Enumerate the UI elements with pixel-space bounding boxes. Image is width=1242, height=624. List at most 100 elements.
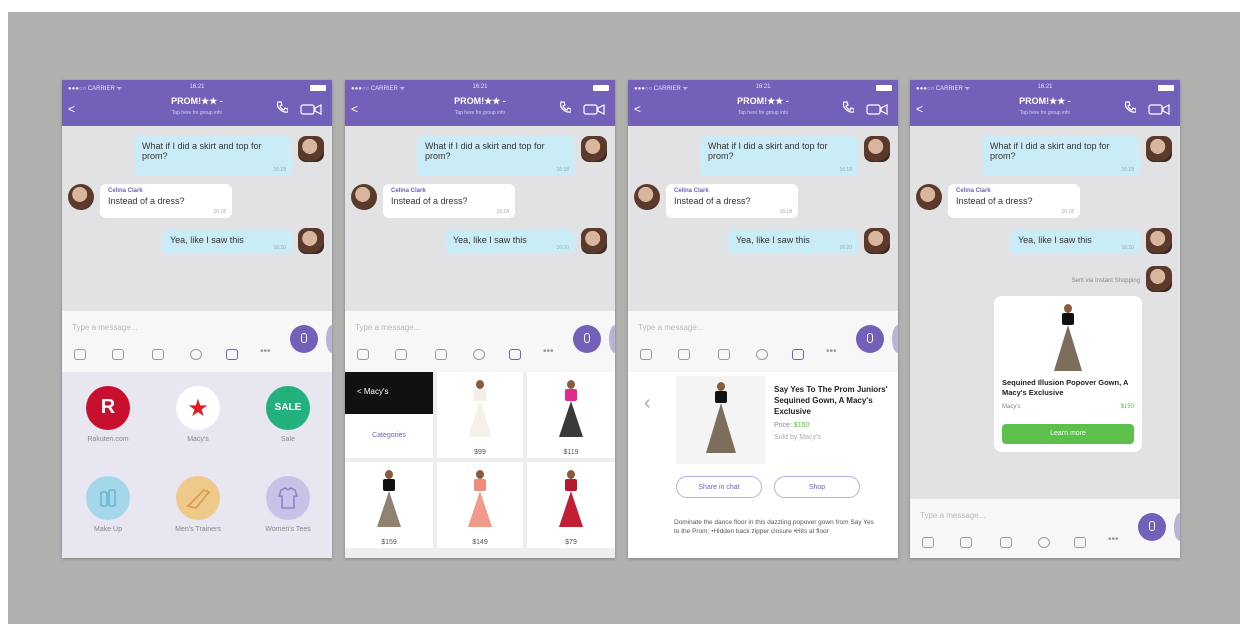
avatar[interactable] [634, 184, 660, 210]
message-outgoing[interactable]: What if I did a skirt and top for prom? … [417, 136, 575, 176]
video-call-icon[interactable] [1148, 104, 1170, 115]
doodle-icon[interactable] [473, 349, 485, 360]
shopping-bag-icon[interactable] [1074, 537, 1086, 548]
avatar[interactable] [864, 136, 890, 162]
sticker-icon[interactable] [357, 349, 369, 360]
product-tile[interactable]: $149 [437, 462, 523, 548]
store-item-macys[interactable]: ★ Macy's [158, 386, 238, 443]
gallery-icon[interactable] [112, 349, 124, 360]
store-item-makeup[interactable]: Make Up [68, 476, 148, 533]
card-price: $150 [1120, 404, 1134, 410]
phone-call-icon[interactable] [276, 101, 288, 114]
message-outgoing[interactable]: Yea, like I saw this 16:20 [728, 230, 858, 254]
chat-subtitle[interactable]: Tap here for group info [62, 110, 332, 116]
shared-product-card[interactable]: Sequined Illusion Popover Gown, A Macy's… [994, 296, 1142, 452]
avatar[interactable] [916, 184, 942, 210]
more-icon[interactable]: ••• [1108, 535, 1124, 548]
avatar[interactable] [581, 228, 607, 254]
doodle-icon[interactable] [756, 349, 768, 360]
card-product-name: Sequined Illusion Popover Gown, A Macy's… [1002, 378, 1129, 397]
sticker-icon[interactable] [74, 349, 86, 360]
chat-header: ●●●○○ CARRIER ᯤ 16:21 < PROM!★★ - Tap he… [62, 80, 332, 126]
video-call-icon[interactable] [866, 104, 888, 115]
doodle-icon[interactable] [190, 349, 202, 360]
more-icon[interactable]: ••• [543, 347, 559, 360]
more-icon[interactable]: ••• [260, 347, 276, 360]
phone-call-icon[interactable] [559, 101, 571, 114]
message-outgoing[interactable]: Yea, like I saw this 16:20 [1010, 230, 1140, 254]
camera-icon[interactable] [1000, 537, 1012, 548]
message-input[interactable]: Type a message... [355, 323, 420, 332]
chat-title[interactable]: PROM!★★ - [345, 96, 615, 107]
message-incoming[interactable]: Celina Clark Instead of a dress? 16:18 [100, 184, 232, 218]
camera-icon[interactable] [435, 349, 447, 360]
learn-more-button[interactable]: Learn more [1002, 424, 1134, 444]
gallery-icon[interactable] [395, 349, 407, 360]
chat-subtitle[interactable]: Tap here for group info [628, 110, 898, 116]
store-item-womens-tees[interactable]: Women's Tees [248, 476, 328, 533]
camera-icon[interactable] [718, 349, 730, 360]
avatar[interactable] [298, 228, 324, 254]
rakuten-logo-icon: R [86, 386, 130, 430]
gallery-icon[interactable] [960, 537, 972, 548]
shopping-bag-icon[interactable] [509, 349, 521, 360]
microphone-button[interactable] [290, 325, 318, 353]
doodle-icon[interactable] [1038, 537, 1050, 548]
product-price: $79 [565, 539, 577, 546]
avatar[interactable] [1146, 266, 1172, 292]
chat-title[interactable]: PROM!★★ - [910, 96, 1180, 107]
share-in-chat-button[interactable]: Share in chat [676, 476, 762, 498]
categories-button[interactable]: Categories [345, 414, 433, 458]
message-outgoing[interactable]: What if I did a skirt and top for prom? … [700, 136, 858, 176]
message-input[interactable]: Type a message... [72, 323, 137, 332]
microphone-button[interactable] [856, 325, 884, 353]
avatar[interactable] [298, 136, 324, 162]
chat-subtitle[interactable]: Tap here for group info [345, 110, 615, 116]
sticker-icon[interactable] [922, 537, 934, 548]
chat-title[interactable]: PROM!★★ - [628, 96, 898, 107]
video-call-icon[interactable] [583, 104, 605, 115]
avatar[interactable] [864, 228, 890, 254]
more-icon[interactable]: ••• [826, 347, 842, 360]
message-incoming[interactable]: Celina Clark Instead of a dress? 16:18 [948, 184, 1080, 218]
product-image[interactable] [676, 376, 766, 464]
shopping-bag-icon[interactable] [226, 349, 238, 360]
gallery-icon[interactable] [678, 349, 690, 360]
shop-button[interactable]: Shop [774, 476, 860, 498]
message-outgoing[interactable]: What if I did a skirt and top for prom? … [134, 136, 292, 176]
store-item-mens-trainers[interactable]: Men's Trainers [158, 476, 238, 533]
product-tile[interactable]: $99 [437, 372, 523, 458]
sticker-icon[interactable] [640, 349, 652, 360]
chevron-left-icon[interactable]: ‹ [644, 392, 651, 415]
camera-icon[interactable] [152, 349, 164, 360]
macys-back-button[interactable]: < Macy's [345, 372, 433, 414]
avatar[interactable] [68, 184, 94, 210]
product-tile[interactable]: $79 [527, 462, 615, 548]
message-outgoing[interactable]: Yea, like I saw this 16:20 [445, 230, 575, 254]
avatar[interactable] [1146, 136, 1172, 162]
shopping-bag-icon[interactable] [792, 349, 804, 360]
message-incoming[interactable]: Celina Clark Instead of a dress? 16:18 [666, 184, 798, 218]
chat-subtitle[interactable]: Tap here for group info [910, 110, 1180, 116]
avatar[interactable] [581, 136, 607, 162]
phone-call-icon[interactable] [842, 101, 854, 114]
message-outgoing[interactable]: Yea, like I saw this 16:20 [162, 230, 292, 254]
message-time: 16:18 [1061, 209, 1074, 215]
chat-title[interactable]: PROM!★★ - [62, 96, 332, 107]
video-call-icon[interactable] [300, 104, 322, 115]
phone-call-icon[interactable] [1124, 101, 1136, 114]
microphone-button[interactable] [573, 325, 601, 353]
message-input[interactable]: Type a message... [638, 323, 703, 332]
avatar[interactable] [1146, 228, 1172, 254]
sender-name: Celina Clark [391, 188, 426, 194]
product-tile[interactable]: $159 [345, 462, 433, 548]
message-input[interactable]: Type a message... [920, 511, 985, 520]
microphone-button[interactable] [1138, 513, 1166, 541]
product-tile[interactable]: $119 [527, 372, 615, 458]
avatar[interactable] [351, 184, 377, 210]
store-item-sale[interactable]: SALE Sale [248, 386, 328, 443]
message-outgoing[interactable]: What if I did a skirt and top for prom? … [982, 136, 1140, 176]
message-incoming[interactable]: Celina Clark Instead of a dress? 16:18 [383, 184, 515, 218]
clock: 16:21 [755, 84, 771, 90]
store-item-rakuten[interactable]: R Rakuten.com [68, 386, 148, 443]
